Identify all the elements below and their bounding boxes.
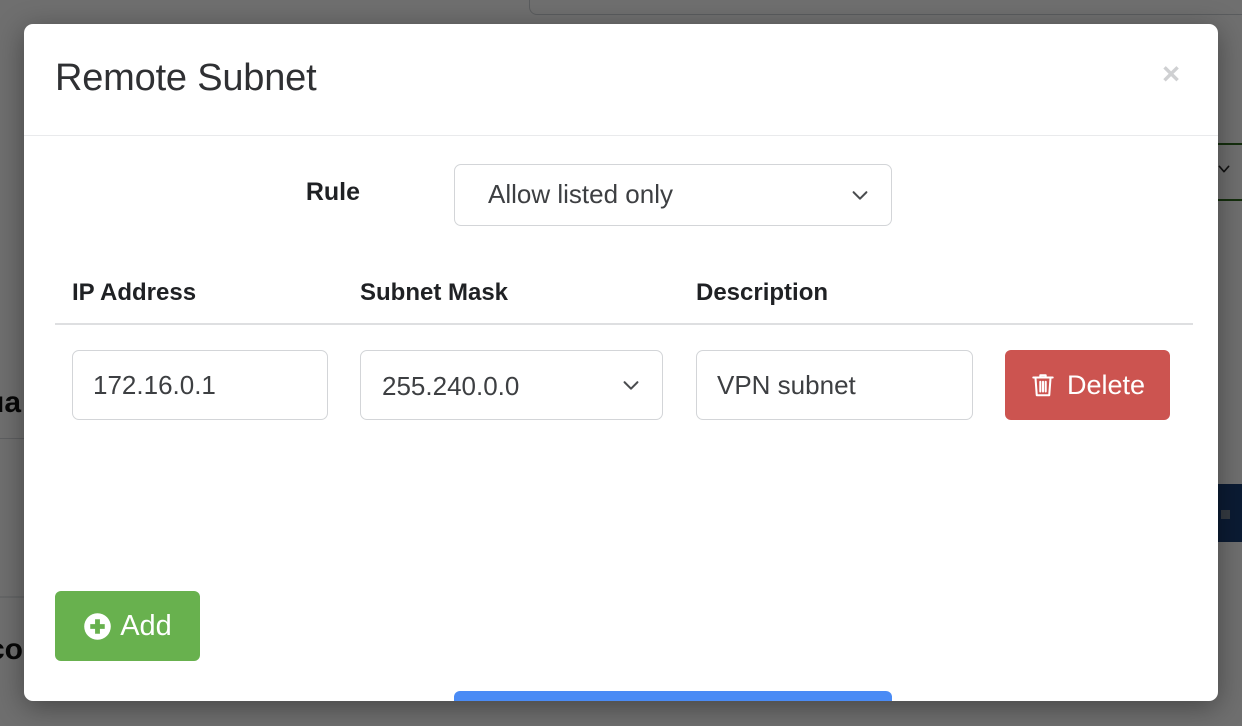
- modal-header: Remote Subnet ×: [24, 24, 1218, 136]
- save-button[interactable]: Save: [454, 691, 892, 701]
- ip-address-input[interactable]: [72, 350, 328, 420]
- column-header-ip-address: IP Address: [72, 279, 197, 306]
- table-row: 255.240.0.0 Delete: [55, 350, 1193, 420]
- subnet-mask-value: 255.240.0.0: [382, 371, 520, 401]
- rule-select-value: Allow listed only: [488, 179, 673, 209]
- trash-icon: [1032, 374, 1054, 397]
- close-icon[interactable]: ×: [1150, 52, 1192, 94]
- column-header-description: Description: [696, 279, 829, 306]
- table-header-row: IP Address Subnet Mask Description: [55, 279, 1193, 325]
- rule-row: Rule Allow listed only: [24, 164, 1218, 226]
- chevron-down-icon: [623, 381, 639, 390]
- rule-select[interactable]: Allow listed only: [454, 164, 892, 226]
- page-title: Remote Subnet: [55, 57, 317, 99]
- add-button[interactable]: Add: [55, 591, 200, 661]
- column-header-subnet-mask: Subnet Mask: [360, 279, 509, 306]
- plus-circle-icon: [84, 612, 111, 640]
- rule-label: Rule: [305, 178, 360, 206]
- delete-button-label: Delete: [1066, 369, 1146, 400]
- delete-button[interactable]: Delete: [1005, 350, 1170, 420]
- subnet-mask-select[interactable]: 255.240.0.0: [360, 350, 663, 420]
- add-button-label: Add: [120, 609, 172, 642]
- remote-subnet-modal: Remote Subnet × Rule Allow listed only I…: [24, 24, 1218, 701]
- description-input[interactable]: [696, 350, 973, 420]
- chevron-down-icon: [852, 191, 868, 200]
